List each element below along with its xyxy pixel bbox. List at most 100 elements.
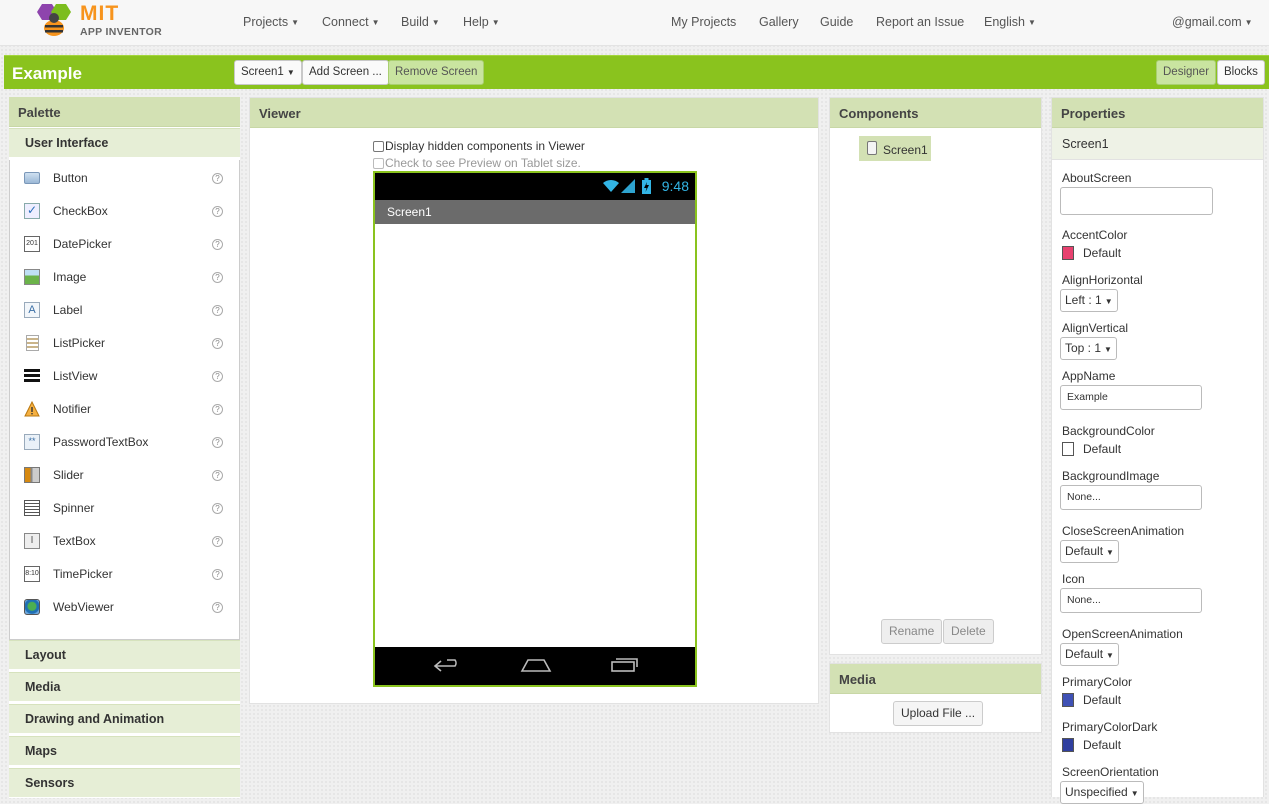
primary-color-swatch[interactable] [1062,693,1074,707]
media-panel: Media Upload File ... [829,663,1042,733]
upload-file-button[interactable]: Upload File ... [893,701,984,726]
components-panel: Components Screen1 Rename Delete [829,97,1042,655]
signal-icon [621,179,635,193]
align-horizontal-select[interactable]: Left : 1 ▼ [1060,289,1118,312]
chevron-down-icon: ▼ [1104,297,1113,306]
app-name-input[interactable]: Example [1060,385,1202,410]
phone-screen-title: Screen1 [375,200,695,224]
tablet-preview-checkbox[interactable] [373,158,384,169]
prop-label-align-vertical: AlignVertical [1062,321,1129,335]
background-color-swatch[interactable] [1062,442,1074,456]
display-hidden-checkbox[interactable] [373,141,384,152]
screen-select-dropdown[interactable]: Screen1 ▼ [234,60,302,85]
link-my-projects[interactable]: My Projects [671,15,736,29]
category-layout[interactable]: Layout [9,640,240,670]
help-icon[interactable]: ? [212,338,223,349]
help-icon[interactable]: ? [212,470,223,481]
help-icon[interactable]: ? [212,404,223,415]
help-icon[interactable]: ? [212,173,223,184]
palette-item-spinner[interactable]: Spinner ? [10,492,239,525]
palette-item-listview[interactable]: ListView ? [10,360,239,393]
palette-item-listpicker[interactable]: ListPicker ? [10,327,239,360]
remove-screen-button[interactable]: Remove Screen [388,60,485,85]
primary-color-dark-swatch[interactable] [1062,738,1074,752]
palette-item-notifier[interactable]: Notifier ? [10,393,239,426]
link-guide[interactable]: Guide [820,15,853,29]
add-screen-button[interactable]: Add Screen ... [302,60,389,85]
screen-orientation-select[interactable]: Unspecified ▼ [1060,781,1144,804]
accent-color-value[interactable]: Default [1083,246,1121,260]
link-report-issue[interactable]: Report an Issue [876,15,964,29]
phone-preview[interactable]: 9:48 Screen1 [373,171,697,687]
icon-input[interactable]: None... [1060,588,1202,613]
palette-item-slider[interactable]: Slider ? [10,459,239,492]
app-inventor-logo[interactable]: MIT APP INVENTOR [32,2,162,42]
align-vertical-select[interactable]: Top : 1 ▼ [1060,337,1117,360]
account-menu[interactable]: @gmail.com ▼ [1172,15,1253,29]
password-icon: ** [24,434,40,450]
palette-item-passwordtextbox[interactable]: ** PasswordTextBox ? [10,426,239,459]
palette-item-label[interactable]: A Label ? [10,294,239,327]
display-hidden-label: Display hidden components in Viewer [385,139,585,153]
category-drawing-animation[interactable]: Drawing and Animation [9,704,240,734]
chevron-down-icon: ▼ [291,18,300,27]
menu-help[interactable]: Help ▼ [463,15,500,29]
help-icon[interactable]: ? [212,206,223,217]
palette-item-checkbox[interactable]: ✓ CheckBox ? [10,195,239,228]
help-icon[interactable]: ? [212,305,223,316]
palette-item-textbox[interactable]: I TextBox ? [10,525,239,558]
prop-label-accent-color: AccentColor [1062,228,1128,242]
help-icon[interactable]: ? [212,569,223,580]
prop-label-background-color: BackgroundColor [1062,424,1155,438]
viewer-title: Viewer [250,98,818,128]
help-icon[interactable]: ? [212,239,223,250]
help-icon[interactable]: ? [212,536,223,547]
accent-color-swatch[interactable] [1062,246,1074,260]
phone-nav-bar [375,647,695,685]
calendar-icon: 201 [24,236,40,252]
selected-component-name: Screen1 [1052,128,1263,160]
close-animation-select[interactable]: Default ▼ [1060,540,1119,563]
help-icon[interactable]: ? [212,371,223,382]
help-icon[interactable]: ? [212,272,223,283]
open-animation-select[interactable]: Default ▼ [1060,643,1119,666]
wifi-icon [603,179,619,192]
help-icon[interactable]: ? [212,602,223,613]
palette-item-datepicker[interactable]: 201 DatePicker ? [10,228,239,261]
primary-color-dark-value[interactable]: Default [1083,738,1121,752]
home-icon [520,659,552,672]
primary-color-value[interactable]: Default [1083,693,1121,707]
help-icon[interactable]: ? [212,503,223,514]
designer-button[interactable]: Designer [1156,60,1217,85]
menu-build[interactable]: Build ▼ [401,15,440,29]
chevron-down-icon: ▼ [491,18,500,27]
rename-button[interactable]: Rename [881,619,943,644]
prop-label-close-animation: CloseScreenAnimation [1062,524,1185,538]
menu-projects[interactable]: Projects ▼ [243,15,299,29]
blocks-button[interactable]: Blocks [1217,60,1265,85]
background-image-input[interactable]: None... [1060,485,1202,510]
logo-subtitle: APP INVENTOR [80,26,162,38]
image-icon [24,269,40,285]
globe-icon [24,599,40,615]
category-media[interactable]: Media [9,672,240,702]
category-maps[interactable]: Maps [9,736,240,766]
palette-item-button[interactable]: Button ? [10,162,239,195]
link-gallery[interactable]: Gallery [759,15,799,29]
palette-item-image[interactable]: Image ? [10,261,239,294]
phone-clock: 9:48 [661,178,689,194]
help-icon[interactable]: ? [212,437,223,448]
about-screen-textarea[interactable] [1060,187,1213,215]
category-sensors[interactable]: Sensors [9,768,240,798]
battery-icon [642,178,651,194]
tablet-preview-label: Check to see Preview on Tablet size. [385,156,581,170]
category-user-interface[interactable]: User Interface [9,128,240,158]
tree-item-screen1[interactable]: Screen1 [859,136,931,161]
clock-icon: 8:10 [24,566,40,582]
palette-item-timepicker[interactable]: 8:10 TimePicker ? [10,558,239,591]
background-color-value[interactable]: Default [1083,442,1121,456]
delete-button[interactable]: Delete [943,619,994,644]
palette-item-webviewer[interactable]: WebViewer ? [10,591,239,624]
menu-connect[interactable]: Connect ▼ [322,15,379,29]
language-menu[interactable]: English ▼ [984,15,1036,29]
